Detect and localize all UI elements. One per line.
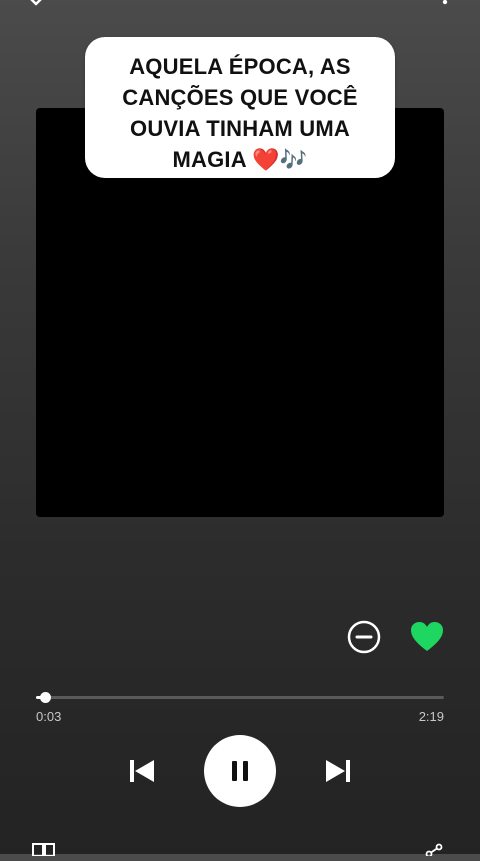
like-button[interactable] xyxy=(409,620,445,654)
progress-bar[interactable] xyxy=(36,692,444,703)
more-options-icon[interactable] xyxy=(442,0,448,10)
next-button[interactable] xyxy=(324,757,352,785)
heart-icon xyxy=(411,622,443,651)
skip-next-icon xyxy=(326,760,350,782)
progress-thumb[interactable] xyxy=(40,692,52,703)
minus-circle-icon xyxy=(347,620,381,654)
previous-button[interactable] xyxy=(128,757,156,785)
exclude-button[interactable] xyxy=(347,620,381,654)
pause-icon xyxy=(232,761,248,781)
chevron-down-icon[interactable] xyxy=(26,0,46,8)
caption-overlay: AQUELA ÉPOCA, AS CANÇÕES QUE VOCÊ OUVIA … xyxy=(85,37,395,178)
total-duration: 2:19 xyxy=(418,709,444,724)
pause-button[interactable] xyxy=(204,735,276,807)
skip-previous-icon xyxy=(130,760,154,782)
elapsed-time: 0:03 xyxy=(36,709,62,724)
